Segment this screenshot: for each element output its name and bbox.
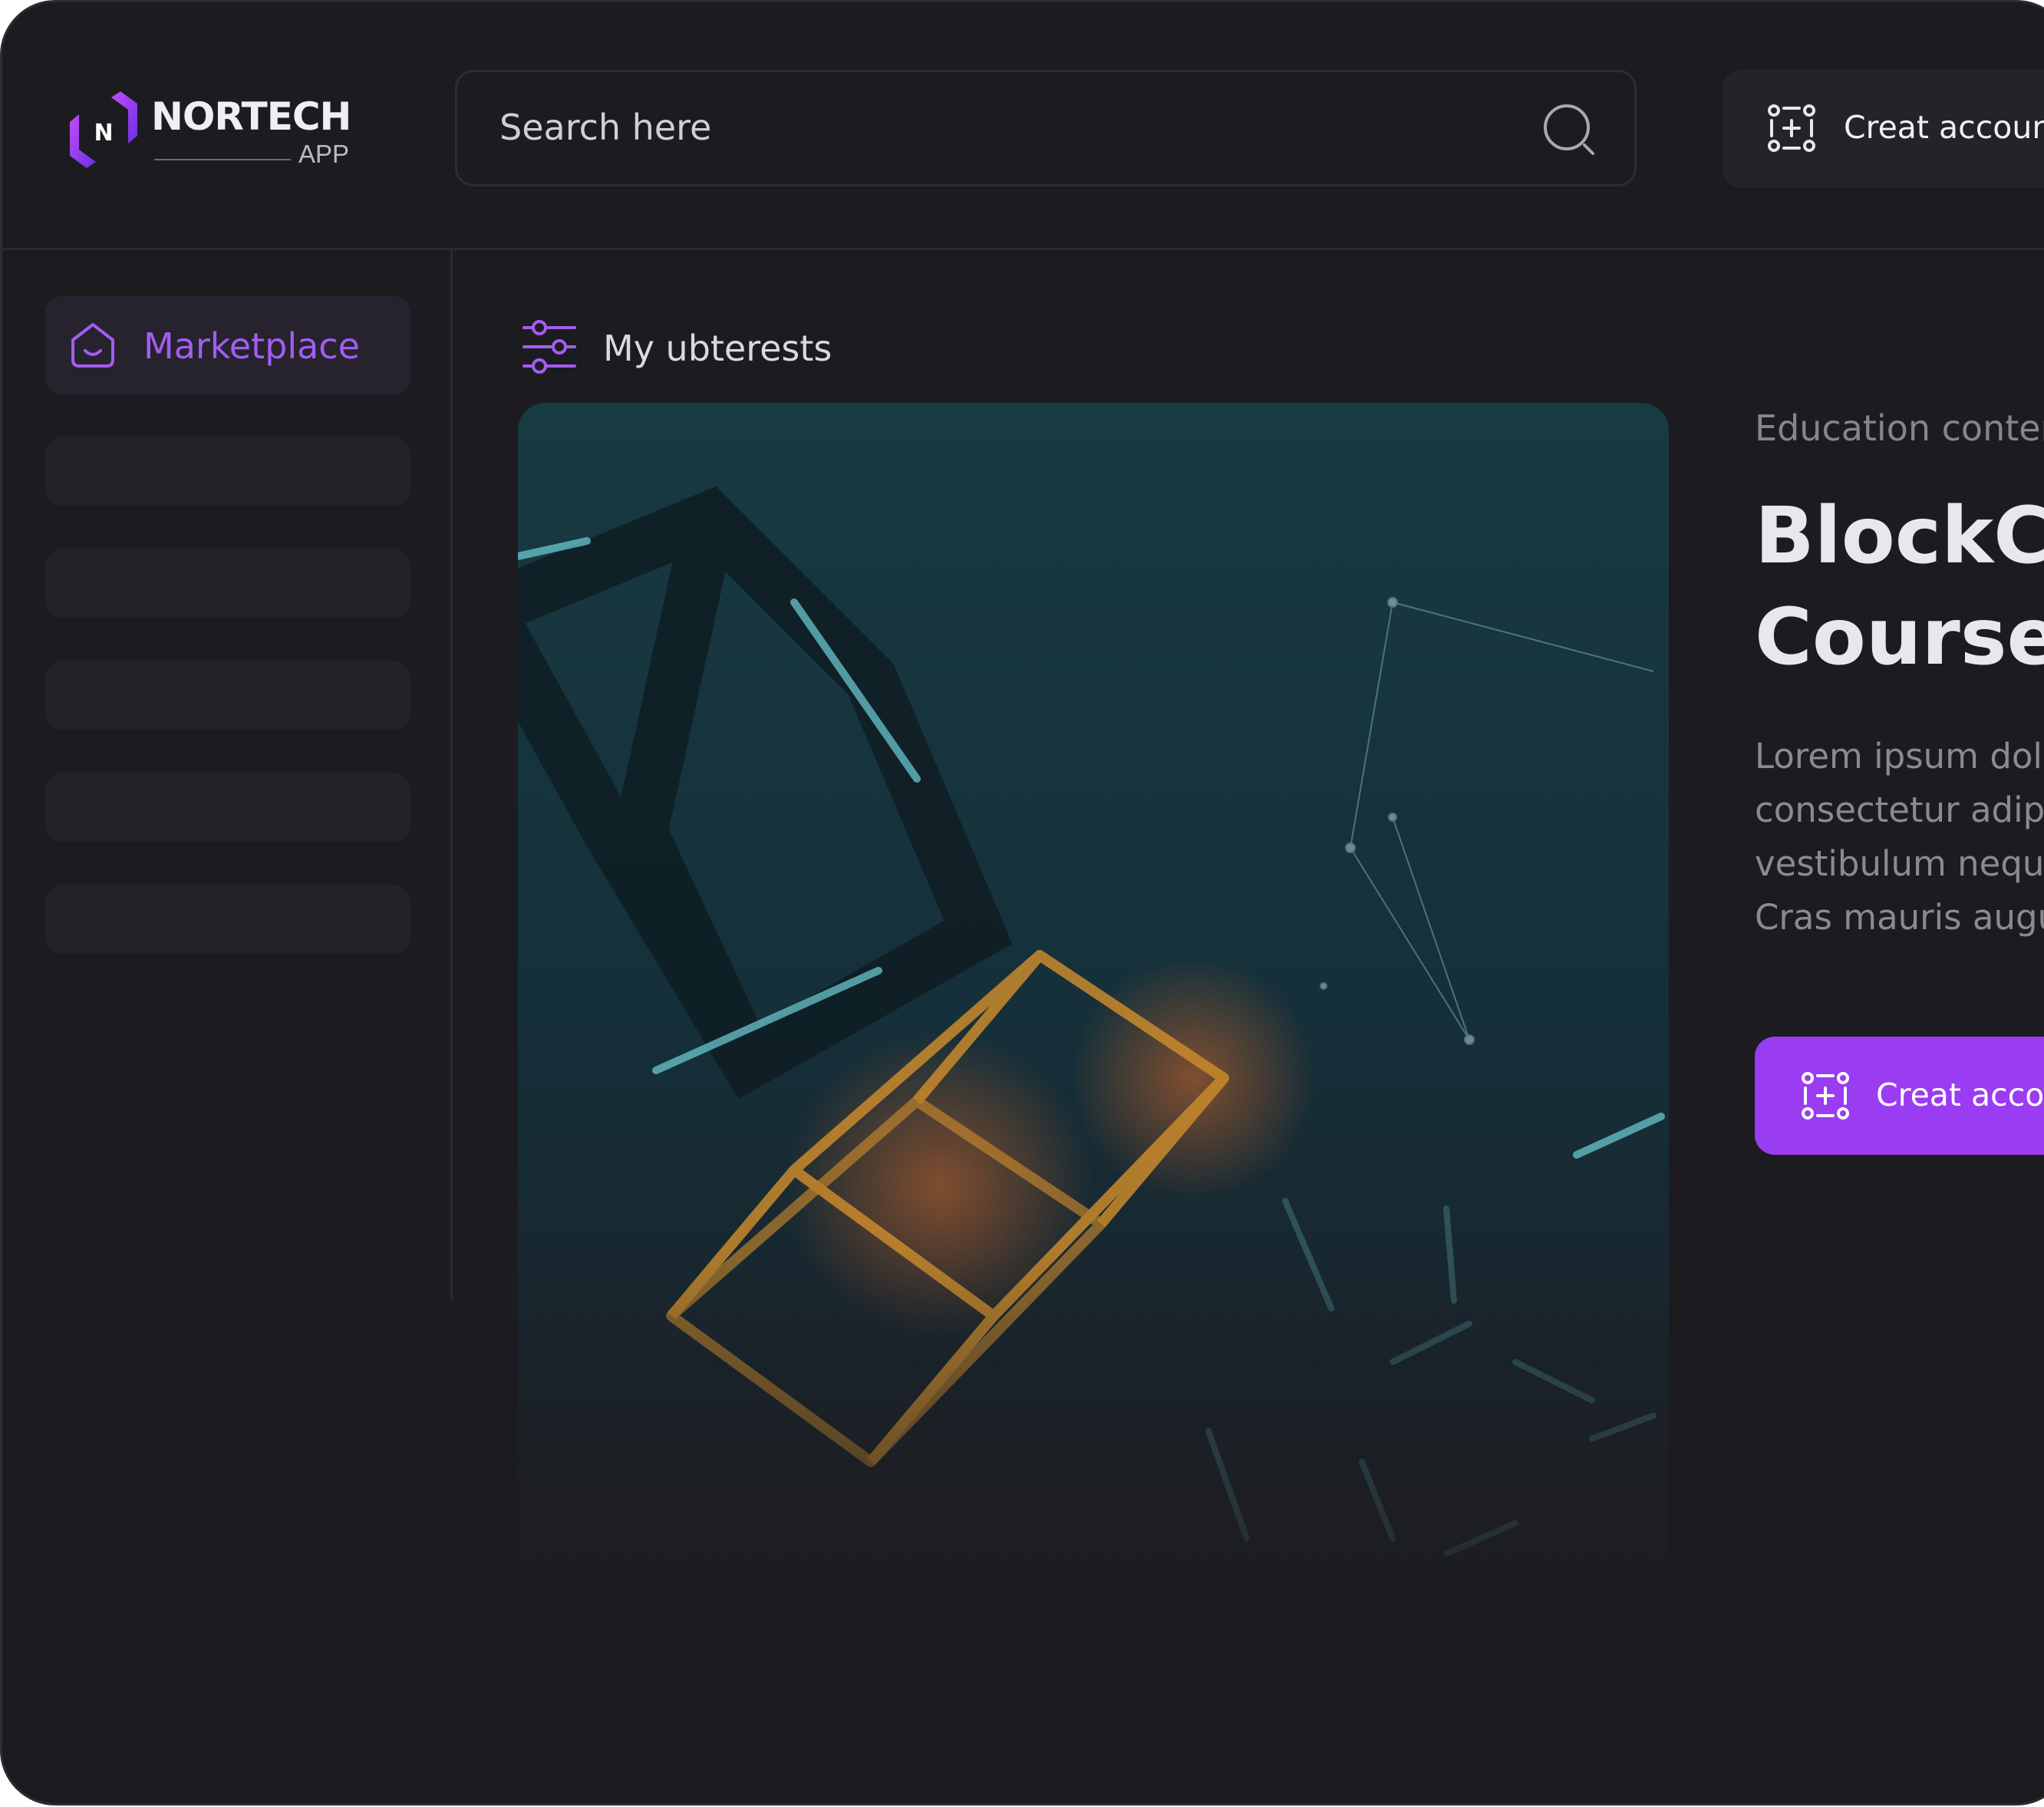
sidebar-item-placeholder[interactable] xyxy=(45,773,410,842)
sidebar-item-placeholder[interactable] xyxy=(45,549,410,618)
search-box[interactable]: Search here xyxy=(455,70,1637,186)
sidebar-item-marketplace[interactable]: Marketplace xyxy=(45,296,410,394)
home-icon xyxy=(71,323,114,368)
card-title: BlockChain Course xyxy=(1755,490,2044,683)
search-icon[interactable] xyxy=(1542,103,1596,157)
create-account-label: Creat account xyxy=(1844,109,2044,146)
search-input[interactable]: Search here xyxy=(499,107,711,148)
blockchain-cubes-image[interactable] xyxy=(518,403,1669,1738)
brand-divider xyxy=(154,159,291,160)
add-account-icon xyxy=(1802,1072,1849,1119)
brand-subtitle: APP xyxy=(298,140,350,168)
add-account-icon xyxy=(1768,104,1815,152)
create-account-button[interactable]: Creat account xyxy=(1723,70,2044,188)
brand-name: NORTECH xyxy=(151,94,351,139)
app-window: N NORTECH APP Search here Creat account … xyxy=(0,0,2044,1805)
sidebar-item-label: Marketplace xyxy=(143,325,360,367)
brand-logo[interactable]: N NORTECH APP xyxy=(65,91,357,168)
logo-icon: N xyxy=(70,91,137,168)
top-bar: N NORTECH APP Search here Creat account xyxy=(2,2,2044,250)
card-description: Lorem ipsum dolor sit amet, consectetur … xyxy=(1755,736,2044,938)
sidebar-item-placeholder[interactable] xyxy=(45,661,410,730)
card-category: Education content xyxy=(1755,407,2044,449)
sidebar: Marketplace xyxy=(2,250,453,1300)
filter-sliders-icon[interactable] xyxy=(521,318,578,375)
sidebar-item-placeholder[interactable] xyxy=(45,437,410,506)
cta-label: Creat account xyxy=(1876,1077,2044,1113)
sidebar-item-placeholder[interactable] xyxy=(45,885,410,954)
filter-label[interactable]: My ubterests xyxy=(603,328,832,369)
svg-text:N: N xyxy=(94,120,113,147)
cta-create-account-button[interactable]: Creat account xyxy=(1755,1037,2044,1155)
